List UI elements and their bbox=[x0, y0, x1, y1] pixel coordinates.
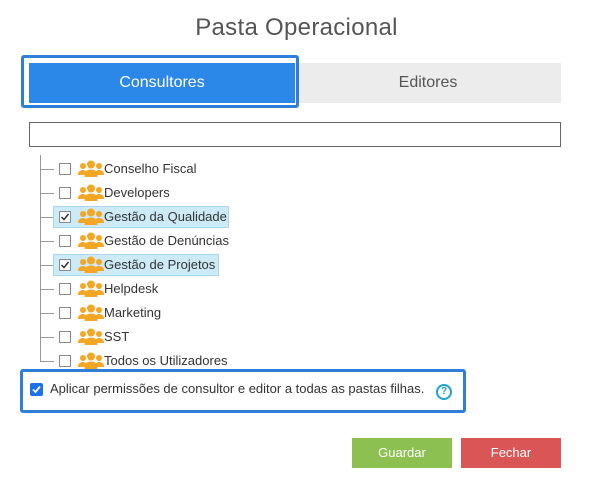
tree-item-checkbox[interactable] bbox=[59, 355, 71, 367]
tree-branch-line bbox=[40, 313, 54, 314]
tree-item-checkbox[interactable] bbox=[59, 283, 71, 295]
tree-branch-line bbox=[40, 289, 54, 290]
tab-editores[interactable]: Editores bbox=[295, 63, 561, 103]
tree-item-label: Marketing bbox=[104, 305, 162, 320]
check-icon bbox=[32, 385, 41, 394]
question-icon[interactable]: ? bbox=[436, 384, 452, 400]
tree-item[interactable]: Helpdesk bbox=[40, 278, 340, 300]
tree-item-label: Gestão de Projetos bbox=[104, 257, 216, 272]
tree-item[interactable]: Gestão da Qualidade bbox=[40, 206, 340, 228]
tree-branch-line bbox=[40, 361, 54, 362]
tree-item[interactable]: Conselho Fiscal bbox=[40, 158, 340, 180]
apply-children-checkbox[interactable] bbox=[30, 383, 43, 396]
tree-item-checkbox[interactable] bbox=[59, 307, 71, 319]
user-group-icon bbox=[78, 159, 104, 179]
tree-branch-line bbox=[40, 217, 54, 218]
tree-item[interactable]: Gestão de Projetos bbox=[40, 254, 340, 276]
user-group-icon bbox=[78, 351, 104, 370]
user-group-icon bbox=[78, 327, 104, 347]
tree-branch-line bbox=[40, 241, 54, 242]
tree-item-checkbox[interactable] bbox=[59, 163, 71, 175]
group-tree: Conselho Fiscal Developers Gestão da Quali… bbox=[0, 155, 593, 370]
dialog-title: Pasta Operacional bbox=[195, 14, 398, 41]
tree-item-label: SST bbox=[104, 329, 130, 344]
tree-branch-line bbox=[40, 193, 54, 194]
tree-item-label: Helpdesk bbox=[104, 281, 159, 296]
tree-item-checkbox[interactable] bbox=[59, 259, 71, 271]
user-group-icon bbox=[78, 231, 104, 251]
close-button[interactable]: Fechar bbox=[461, 438, 561, 468]
tree-item-checkbox[interactable] bbox=[59, 187, 71, 199]
tree-item[interactable]: Todos os Utilizadores bbox=[40, 350, 340, 370]
check-icon bbox=[60, 213, 70, 221]
user-group-icon bbox=[78, 303, 104, 323]
tree-item-checkbox[interactable] bbox=[59, 235, 71, 247]
tree-item[interactable]: Developers bbox=[40, 182, 340, 204]
user-group-icon bbox=[78, 183, 104, 203]
tree-item[interactable]: SST bbox=[40, 326, 340, 348]
save-button[interactable]: Guardar bbox=[352, 438, 452, 468]
user-group-icon bbox=[78, 255, 104, 275]
tree-item-label: Developers bbox=[104, 185, 170, 200]
tree-branch-line bbox=[40, 169, 54, 170]
search-input[interactable] bbox=[29, 122, 561, 147]
tree-branch-line bbox=[40, 337, 54, 338]
user-group-icon bbox=[78, 207, 104, 227]
check-icon bbox=[60, 261, 70, 269]
tree-item-checkbox[interactable] bbox=[59, 211, 71, 223]
tree-item-label: Conselho Fiscal bbox=[104, 161, 197, 176]
tree-item-checkbox[interactable] bbox=[59, 331, 71, 343]
tab-highlight-frame bbox=[21, 55, 299, 108]
tree-branch-line bbox=[40, 265, 54, 266]
tree-item-label: Gestão de Denúncias bbox=[104, 233, 230, 248]
tree-item[interactable]: Marketing bbox=[40, 302, 340, 324]
tree-item-label: Todos os Utilizadores bbox=[104, 353, 228, 368]
tree-item[interactable]: Gestão de Denúncias bbox=[40, 230, 340, 252]
apply-children-label: Aplicar permissões de consultor e editor… bbox=[50, 381, 425, 396]
user-group-icon bbox=[78, 279, 104, 299]
tree-item-label: Gestão da Qualidade bbox=[104, 209, 227, 224]
